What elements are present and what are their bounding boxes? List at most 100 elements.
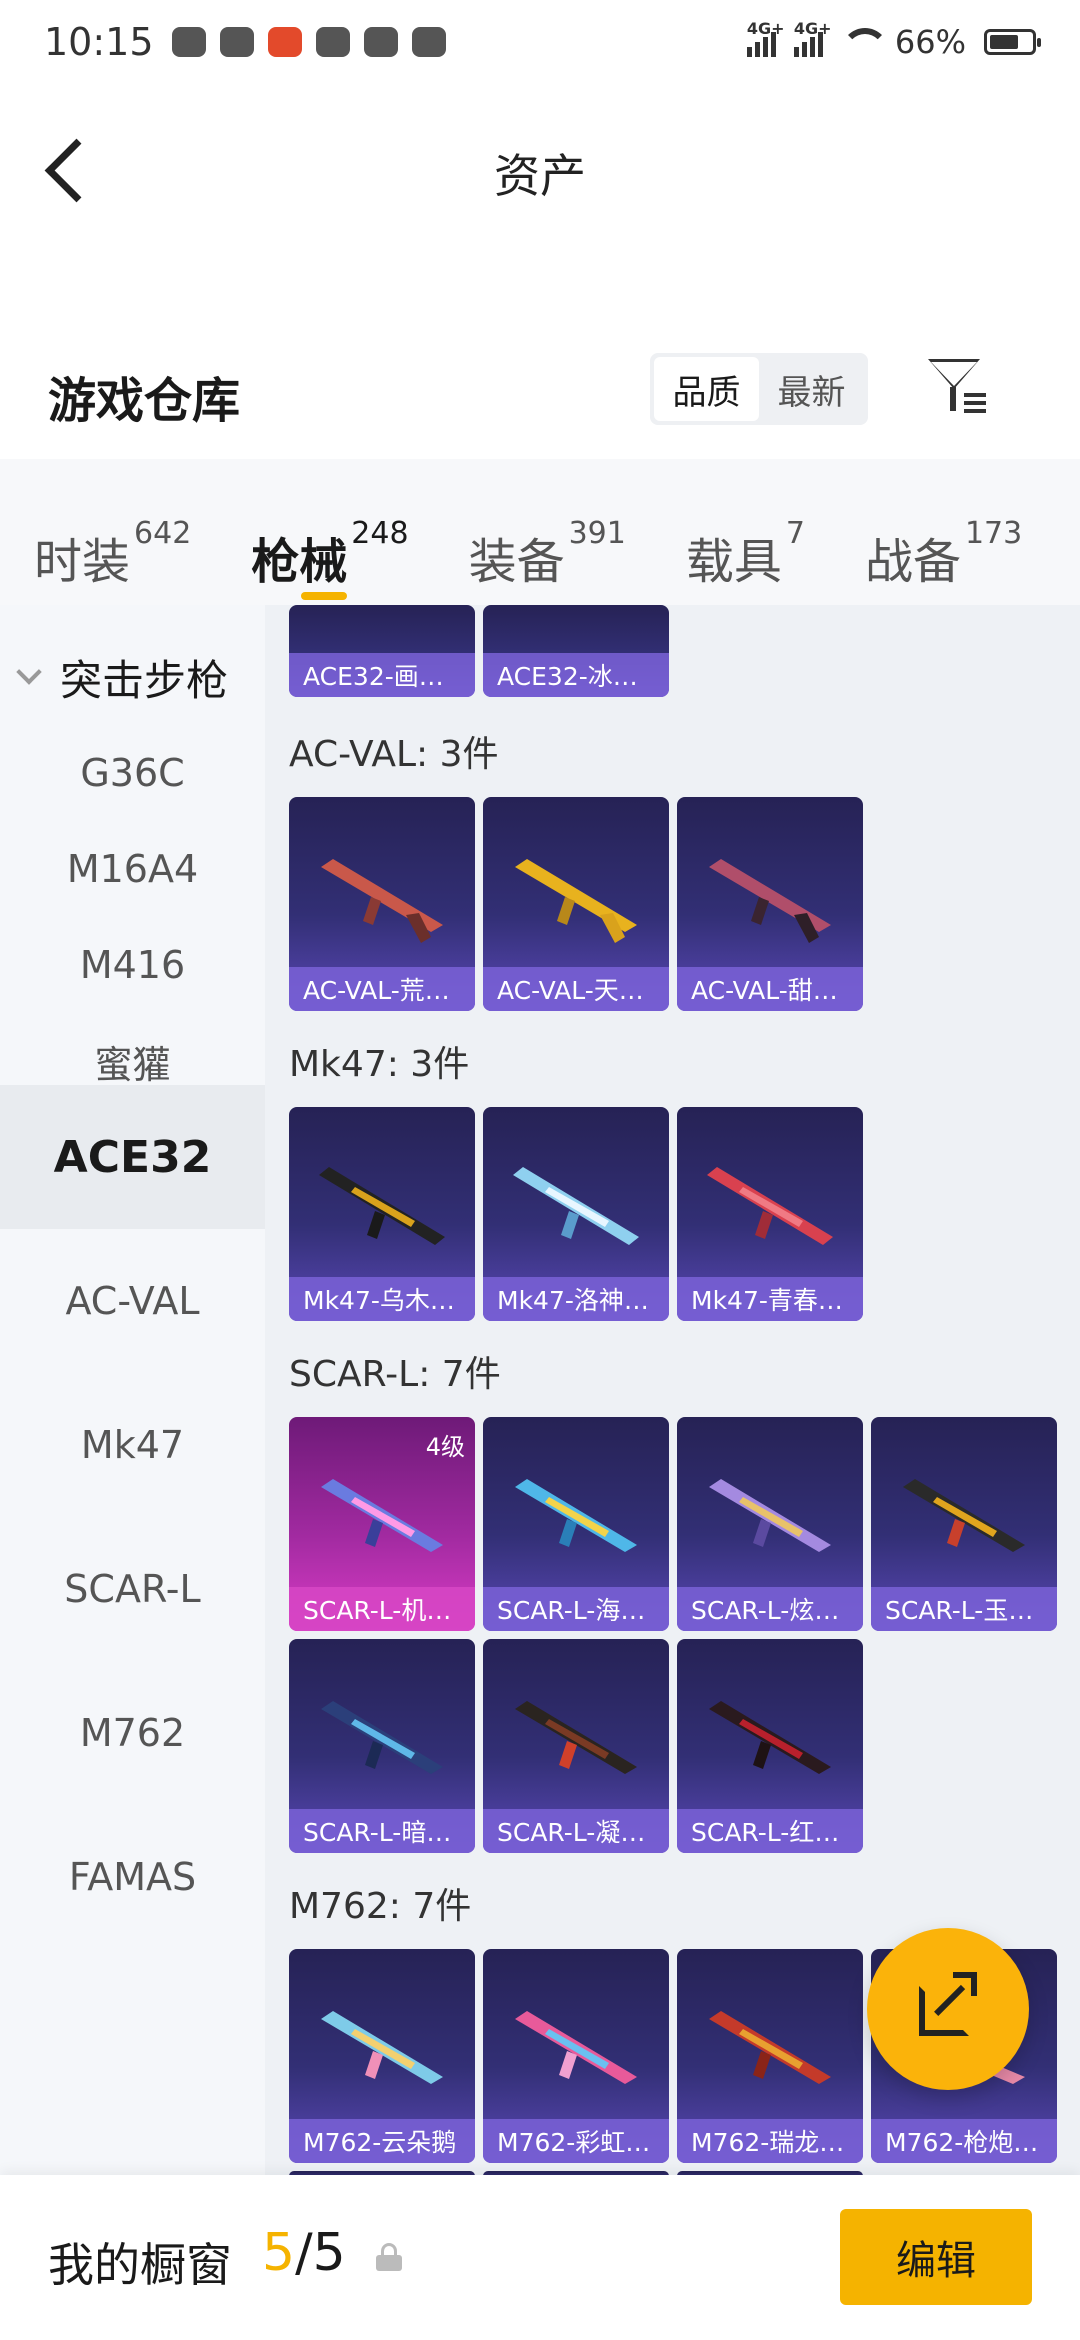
- showcase-total: 5: [312, 2223, 346, 2283]
- skin-name: M762-枪炮…: [871, 2119, 1057, 2163]
- showcase-count: 5/5: [262, 2223, 346, 2283]
- section-title-m762: M762: 7件: [289, 1886, 472, 1927]
- signal-icon-2: 4G+: [793, 19, 832, 57]
- gun-image: [709, 2011, 831, 2084]
- filter-icon[interactable]: [926, 355, 988, 417]
- tab-label: 枪械: [251, 534, 348, 590]
- tab-label: 战备: [864, 534, 961, 590]
- skin-name: AC-VAL-荒…: [289, 967, 475, 1011]
- tab-count: 173: [964, 516, 1023, 551]
- tab-count: 248: [351, 516, 409, 551]
- weapon-type-sidebar: 突击步枪 G36C M16A4 M416 蜜獾 ACE32 AC-VAL Mk4…: [0, 605, 265, 2175]
- skin-name: SCAR-L-红…: [677, 1809, 863, 1853]
- gun-image: [319, 1167, 445, 1245]
- chevron-down-icon: [16, 659, 42, 685]
- tab-guns[interactable]: 枪械 248: [251, 482, 409, 600]
- gun-image: [321, 2011, 443, 2084]
- sidebar-item-ace32[interactable]: ACE32: [0, 1085, 265, 1229]
- tab-equipment[interactable]: 装备 391: [469, 482, 626, 590]
- lock-icon: [376, 2243, 402, 2271]
- gun-image: [515, 1479, 637, 1552]
- video-icon: [363, 27, 398, 57]
- gun-image: [515, 1701, 637, 1774]
- skin-card[interactable]: ACE32-画…: [289, 605, 475, 697]
- app-root: 10:15 4G+ 4G+ 66% 资产 游戏仓库 品质 最新 时装 642 枪…: [0, 0, 1080, 2340]
- gun-image: [321, 1701, 443, 1774]
- share-button[interactable]: [867, 1928, 1029, 2090]
- section-title-scar-l: SCAR-L: 7件: [289, 1354, 501, 1395]
- skin-name: SCAR-L-凝…: [483, 1809, 669, 1853]
- tab-count: 391: [568, 516, 626, 551]
- skin-name: Mk47-青春…: [677, 1277, 863, 1321]
- skin-name: AC-VAL-甜…: [677, 967, 863, 1011]
- skin-name: SCAR-L-炫…: [677, 1587, 863, 1631]
- section-title-ac-val: AC-VAL: 3件: [289, 734, 499, 775]
- skin-name: SCAR-L-暗…: [289, 1809, 475, 1853]
- signal-icon: 4G+: [746, 19, 785, 57]
- skin-name: M762-云朵鹅: [289, 2119, 475, 2163]
- sync-icon: [315, 27, 350, 57]
- showcase-separator: /: [295, 2223, 313, 2283]
- skin-card[interactable]: M762-彩虹…: [483, 1949, 669, 2163]
- battery-icon: [984, 29, 1041, 55]
- skin-name: AC-VAL-天…: [483, 967, 669, 1011]
- notification-icons: [171, 27, 446, 57]
- tab-fashion[interactable]: 时装 642: [34, 482, 191, 590]
- skin-card[interactable]: SCAR-L-海…: [483, 1417, 669, 1631]
- tab-label: 载具: [685, 534, 782, 590]
- sidebar-item-m762[interactable]: M762: [0, 1661, 265, 1805]
- skin-card[interactable]: AC-VAL-甜…: [677, 797, 863, 1011]
- skin-card[interactable]: ACE32-冰…: [483, 605, 669, 697]
- sort-newest-button[interactable]: 最新: [759, 357, 864, 421]
- skin-card[interactable]: SCAR-L-红…: [677, 1639, 863, 1853]
- gun-image: [513, 1167, 639, 1245]
- page-header: 资产: [0, 84, 1080, 329]
- gun-image: [321, 859, 443, 943]
- active-tab-indicator: [301, 592, 348, 600]
- skin-card[interactable]: 4级 SCAR-L-机…: [289, 1417, 475, 1631]
- skin-card[interactable]: AC-VAL-天…: [483, 797, 669, 1011]
- edit-button[interactable]: 编辑: [840, 2209, 1032, 2305]
- status-time: 10:15: [44, 20, 154, 64]
- showcase-bar: 我的橱窗 5/5 编辑: [0, 2175, 1080, 2340]
- sidebar-item-mk47[interactable]: Mk47: [0, 1373, 265, 1517]
- sidebar-group-label: 突击步枪: [60, 655, 229, 705]
- gun-image: [903, 1479, 1025, 1552]
- showcase-current: 5: [262, 2223, 296, 2283]
- skin-card[interactable]: SCAR-L-凝…: [483, 1639, 669, 1853]
- game-icon: [219, 27, 254, 57]
- skin-name: M762-瑞龙…: [677, 2119, 863, 2163]
- skin-card[interactable]: M762-云朵鹅: [289, 1949, 475, 2163]
- skin-card[interactable]: SCAR-L-炫…: [677, 1417, 863, 1631]
- skin-card[interactable]: AC-VAL-荒…: [289, 797, 475, 1011]
- tab-count: 7: [785, 516, 805, 551]
- wifi-icon: [840, 28, 889, 56]
- skin-name: SCAR-L-玉…: [871, 1587, 1057, 1631]
- sidebar-item-famas[interactable]: FAMAS: [0, 1805, 265, 1949]
- sort-toggle: 品质 最新: [650, 353, 868, 425]
- skin-card[interactable]: Mk47-洛神…: [483, 1107, 669, 1321]
- sidebar-item-scar-l[interactable]: SCAR-L: [0, 1517, 265, 1661]
- warehouse-title: 游戏仓库: [48, 373, 241, 429]
- tab-vehicles[interactable]: 载具 7: [686, 482, 805, 590]
- skin-name: SCAR-L-机…: [289, 1587, 475, 1631]
- skin-name: Mk47-洛神…: [483, 1277, 669, 1321]
- skin-name: SCAR-L-海…: [483, 1587, 669, 1631]
- tab-label: 装备: [468, 534, 565, 590]
- battery-percent: 66%: [894, 23, 966, 61]
- sidebar-item-ac-val[interactable]: AC-VAL: [0, 1229, 265, 1373]
- skin-name: ACE32-冰…: [483, 653, 669, 697]
- skin-card[interactable]: Mk47-青春…: [677, 1107, 863, 1321]
- status-bar: 10:15 4G+ 4G+ 66%: [0, 0, 1080, 84]
- skin-card[interactable]: SCAR-L-暗…: [289, 1639, 475, 1853]
- gun-image: [709, 1701, 831, 1774]
- tab-supplies[interactable]: 战备 173: [865, 482, 1023, 590]
- wechat-icon: [171, 27, 206, 57]
- skin-card[interactable]: Mk47-乌木…: [289, 1107, 475, 1321]
- skin-name: Mk47-乌木…: [289, 1277, 475, 1321]
- gun-image: [707, 1167, 833, 1245]
- skin-card[interactable]: M762-瑞龙…: [677, 1949, 863, 2163]
- gun-image: [321, 1479, 443, 1552]
- sort-quality-button[interactable]: 品质: [654, 357, 759, 421]
- skin-card[interactable]: SCAR-L-玉…: [871, 1417, 1057, 1631]
